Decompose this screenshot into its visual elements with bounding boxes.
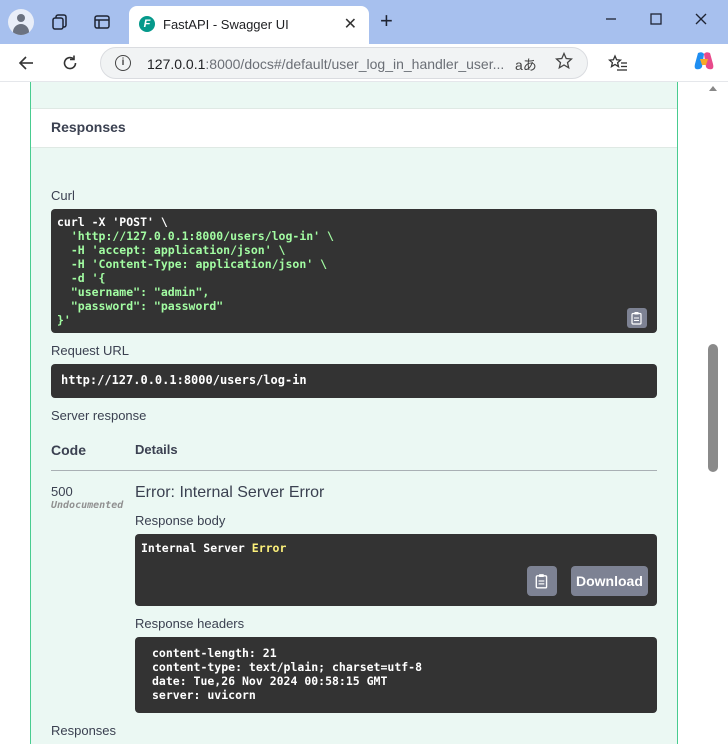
scrollbar-thumb[interactable] [708,344,718,472]
tab-close-icon[interactable]: ✕ [344,14,357,34]
tab-swagger-ui[interactable]: F FastAPI - Swagger UI ✕ [129,6,369,44]
address-bar[interactable]: i 127.0.0.1:8000/docs#/default/user_log_… [100,47,588,79]
download-button[interactable]: Download [571,566,648,596]
tab-title: FastAPI - Swagger UI [163,17,289,32]
maximize-icon[interactable] [649,12,663,31]
curl-line: "password": "password" [57,299,224,313]
url-host: 127.0.0.1 [147,56,206,72]
close-icon[interactable] [694,12,708,31]
responses-header: Responses [31,108,677,148]
header-line: content-type: text/plain; charset=utf-8 [152,660,423,674]
curl-line: -H 'Content-Type: application/json' \ [57,257,328,271]
header-line: date: Tue,26 Nov 2024 00:58:15 GMT [152,674,388,688]
response-headers-label: Response headers [135,616,245,631]
favorites-icon[interactable] [606,51,630,75]
workspaces-icon[interactable] [48,10,72,34]
curl-label: Curl [51,188,75,203]
tab-strip: F FastAPI - Swagger UI ✕ + [0,0,728,44]
scroll-up-arrow-icon[interactable] [709,86,717,91]
fastapi-favicon-icon: F [139,16,155,32]
tab-actions-icon[interactable] [90,10,114,34]
copy-curl-button[interactable] [627,308,647,328]
curl-line: "username": "admin", [57,285,210,299]
swagger-page: Responses Curl curl -X 'POST' \ 'http://… [0,82,728,744]
responses-section-label: Responses [51,723,117,738]
back-icon[interactable] [14,51,38,75]
response-headers-code: content-length: 21 content-type: text/pla… [135,637,657,713]
request-url-label: Request URL [51,343,130,358]
read-aloud-icon[interactable]: aあ [515,55,537,75]
curl-line: }' [57,313,71,327]
copilot-icon[interactable] [692,49,716,73]
error-title: Error: Internal Server Error [135,484,325,501]
operation-block: Responses Curl curl -X 'POST' \ 'http://… [30,82,678,744]
copy-response-button[interactable] [527,566,557,596]
code-column-header: Code [51,442,86,458]
header-line: server: uvicorn [152,688,256,702]
url-path: :8000/docs#/default/user_log_in_handler_… [205,56,505,72]
server-response-label: Server response [51,408,147,423]
body-text-highlight: Error [251,541,287,555]
responses-heading: Responses [51,119,126,135]
refresh-icon[interactable] [58,51,82,75]
table-divider [51,470,657,471]
response-status-code: 500 [51,484,73,499]
response-body-label: Response body [135,513,226,528]
header-line: content-length: 21 [152,646,277,660]
curl-line: -H 'accept: application/json' \ [57,243,286,257]
browser-window: F FastAPI - Swagger UI ✕ + i 127.0.0.1:8… [0,0,728,744]
curl-code-block: curl -X 'POST' \ 'http://127.0.0.1:8000/… [51,209,657,333]
browser-toolbar: i 127.0.0.1:8000/docs#/default/user_log_… [0,44,728,82]
body-text: Internal Server [141,541,252,555]
address-url: 127.0.0.1:8000/docs#/default/user_log_in… [147,56,504,72]
request-url-value: http://127.0.0.1:8000/users/log-in [51,364,657,398]
clipboard-icon [535,574,548,589]
undocumented-badge: Undocumented [51,500,124,511]
minimize-icon[interactable] [604,12,618,31]
curl-line: -d '{ [57,271,106,285]
favorite-star-icon[interactable] [554,51,574,75]
clipboard-icon [631,312,642,325]
curl-line: curl -X 'POST' \ [57,215,168,229]
new-tab-icon[interactable]: + [380,10,393,32]
profile-icon[interactable] [8,9,34,35]
details-column-header: Details [135,442,178,457]
info-icon[interactable]: i [115,55,131,71]
curl-line: 'http://127.0.0.1:8000/users/log-in' \ [57,229,334,243]
